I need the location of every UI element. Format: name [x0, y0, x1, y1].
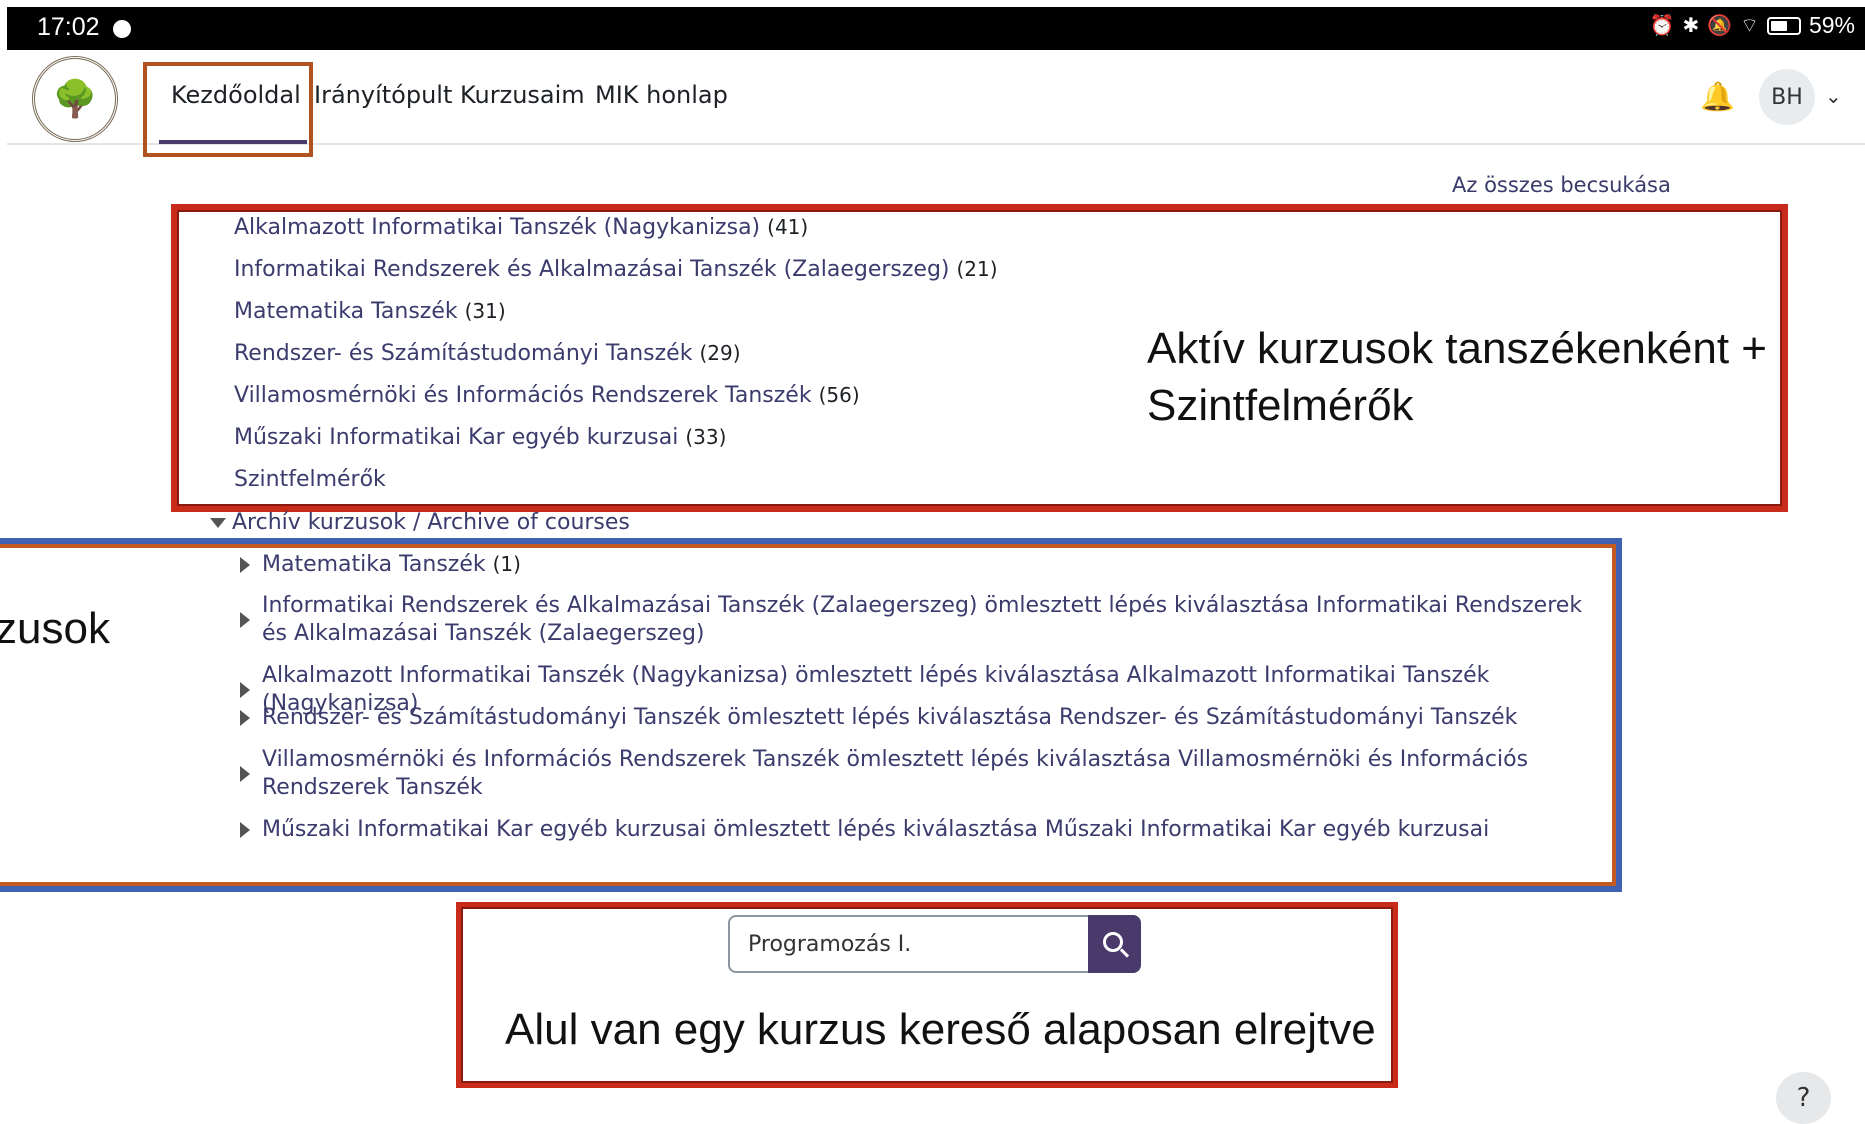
archive-item[interactable]: Műszaki Informatikai Kar egyéb kurzusai …	[240, 816, 1610, 844]
category-link[interactable]: Villamosmérnöki és Információs Rendszere…	[234, 383, 860, 408]
archive-item[interactable]: Matematika Tanszék (1)	[240, 550, 1610, 579]
archive-item[interactable]: Informatikai Rendszerek és Alkalmazásai …	[240, 592, 1610, 648]
nav-dashboard[interactable]: Irányítópult	[314, 81, 452, 109]
annotation-archive-courses: zusok	[0, 604, 110, 653]
search-button[interactable]	[1088, 915, 1141, 973]
course-search-input[interactable]: Programozás I.	[728, 915, 1090, 973]
page-title-fragment	[450, 126, 478, 148]
wifi-icon: ⌔	[1740, 15, 1759, 37]
nav-mik-homepage[interactable]: MIK honlap	[595, 81, 728, 109]
category-link[interactable]: Műszaki Informatikai Kar egyéb kurzusai …	[234, 425, 726, 450]
category-link[interactable]: Informatikai Rendszerek és Alkalmazásai …	[234, 257, 998, 282]
caret-right-icon	[240, 682, 250, 698]
chevron-down-icon[interactable]: ⌄	[1825, 84, 1842, 108]
archive-item[interactable]: Rendszer- és Számítástudományi Tanszék ö…	[240, 704, 1610, 732]
annotation-active-courses: Aktív kurzusok tanszékenként + Szintfelm…	[1147, 324, 1767, 430]
archive-category-toggle[interactable]: Archív kurzusok / Archive of courses	[210, 510, 630, 534]
bluetooth-icon: ✱	[1682, 15, 1700, 37]
caret-down-icon	[210, 518, 226, 528]
help-button[interactable]: ?	[1776, 1072, 1831, 1124]
caret-right-icon	[240, 766, 250, 782]
battery-icon	[1766, 16, 1801, 35]
university-logo[interactable]: 🌳	[32, 56, 118, 142]
alarm-icon: ⏰	[1649, 15, 1675, 37]
nav-my-courses[interactable]: Kurzusaim	[460, 81, 585, 109]
category-link[interactable]: Matematika Tanszék (31)	[234, 299, 506, 324]
caret-right-icon	[240, 822, 250, 838]
mute-icon: 🔕	[1707, 15, 1733, 37]
category-link[interactable]: Alkalmazott Informatikai Tanszék (Nagyka…	[234, 215, 808, 240]
bell-icon[interactable]: 🔔	[1700, 80, 1735, 113]
caret-right-icon	[240, 612, 250, 628]
battery-percent: 59%	[1808, 12, 1855, 38]
caret-right-icon	[240, 556, 250, 573]
search-icon	[1102, 932, 1123, 952]
archive-item[interactable]: Villamosmérnöki és Információs Rendszere…	[240, 746, 1610, 802]
status-icons: ⏰ ✱ 🔕 ⌔ 59%	[1650, 12, 1855, 39]
caret-right-icon	[240, 710, 250, 726]
collapse-all-link[interactable]: Az összes becsukása	[1452, 173, 1671, 197]
status-bar: 17:02 ⏰ ✱ 🔕 ⌔ 59%	[7, 7, 1865, 50]
annotation-search: Alul van egy kurzus kereső alaposan elre…	[505, 1005, 1376, 1054]
category-link[interactable]: Szintfelmérők	[234, 467, 386, 492]
annotation-box-nav	[143, 62, 313, 157]
avatar[interactable]: BH	[1759, 69, 1815, 125]
category-link[interactable]: Rendszer- és Számítástudományi Tanszék (…	[234, 341, 741, 366]
status-time: 17:02	[37, 13, 100, 41]
messenger-icon	[113, 20, 131, 38]
